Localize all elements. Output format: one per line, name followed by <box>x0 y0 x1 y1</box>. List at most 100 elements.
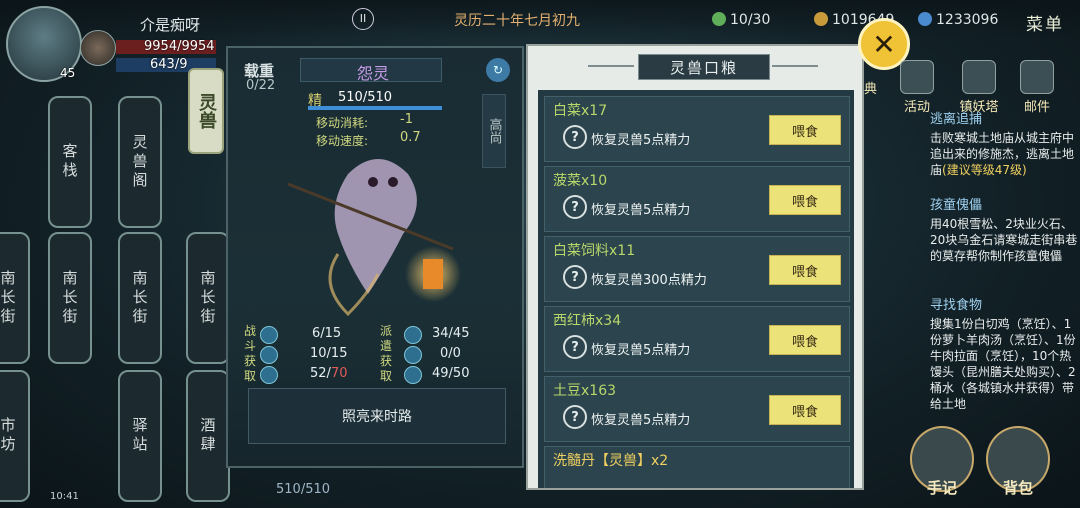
hp-value: 9954/9954 <box>144 39 215 54</box>
system-clock: 10:41 <box>50 491 79 502</box>
food-item-desc: 恢复灵兽5点精力 <box>591 203 691 218</box>
pet-skill-box[interactable]: 照亮来时路 <box>248 388 506 444</box>
quest-text: 用40根雪松、2块业火石、20块乌金石请寒城走街串巷的莫存帮你制作孩童傀儡 <box>930 217 1078 263</box>
bottom-stamina-value: 510/510 <box>276 482 331 497</box>
map-node-post-station[interactable]: 驿站 <box>118 370 162 502</box>
mail-icon <box>1020 60 1054 94</box>
quest-title: 寻找食物 <box>930 298 983 313</box>
dispatch-yield-1: 34/45 <box>432 326 470 341</box>
question-mark-icon[interactable]: ? <box>563 265 587 289</box>
battle-yield-3-current: 52 <box>310 366 327 381</box>
header-ornament-right <box>772 65 818 67</box>
feed-button[interactable]: 喂食 <box>769 115 841 145</box>
quest-text: 击败寒城土地庙从城主府中追出来的修施杰，逃离土地庙(建议等级47级) <box>930 130 1080 178</box>
quest-title: 逃离追捕 <box>930 112 983 127</box>
mail-button[interactable]: 邮件 <box>1018 60 1056 115</box>
stat-icon <box>404 346 422 364</box>
food-item: 土豆x163 ? 恢复灵兽5点精力 喂食 <box>544 376 850 442</box>
ghost-creature-illustration <box>287 159 461 317</box>
stamina-bar <box>308 106 442 110</box>
stamina-value: 510/510 <box>338 90 393 105</box>
tab-spirit-beast[interactable]: 灵兽 <box>188 68 224 154</box>
partial-menu-label: 典 <box>864 82 878 97</box>
map-node-market[interactable]: 市坊 <box>0 370 30 502</box>
move-speed-value: 0.7 <box>400 130 421 145</box>
map-node-tavern[interactable]: 酒肆 <box>186 370 230 502</box>
activity-button[interactable]: 活动 <box>898 60 936 115</box>
question-mark-icon[interactable]: ? <box>563 125 587 149</box>
calendar-date: 灵历二十年七月初九 <box>454 13 580 29</box>
map-node-beast-hall[interactable]: 灵兽阁 <box>118 96 162 228</box>
map-node-label: 酒肆 <box>198 417 217 455</box>
food-item: 西红柿x34 ? 恢复灵兽5点精力 喂食 <box>544 306 850 372</box>
quest-entry[interactable]: 逃离追捕 击败寒城土地庙从城主府中追出来的修施杰，逃离土地庙(建议等级47级) <box>930 112 1080 178</box>
journal-button[interactable]: 手记 <box>910 426 974 497</box>
player-name: 介是痴呀 <box>140 16 201 34</box>
question-mark-icon[interactable]: ? <box>563 195 587 219</box>
pagoda-icon <box>962 60 996 94</box>
food-panel-title: 灵兽口粮 <box>638 54 770 80</box>
map-node-south-street-2[interactable]: 南长街 <box>118 232 162 364</box>
map-node-south-street-0[interactable]: 南长街 <box>0 232 30 364</box>
pause-icon[interactable]: II <box>352 8 374 30</box>
food-list[interactable]: 白菜x17 ? 恢复灵兽5点精力 喂食 菠菜x10 ? 恢复灵兽5点精力 喂食 … <box>538 90 854 488</box>
feed-button[interactable]: 喂食 <box>769 255 841 285</box>
question-mark-icon[interactable]: ? <box>563 335 587 359</box>
map-node-label: 客栈 <box>60 143 79 181</box>
food-item-name: 菠菜x10 <box>553 173 608 189</box>
stat-icon <box>404 326 422 344</box>
silver-resource: 1233096 <box>918 12 998 28</box>
quest-text: 搜集1份白切鸡（烹饪）、1份萝卜羊肉汤（烹饪）、1份牛肉拉面（烹饪），10个热馒… <box>930 317 1076 410</box>
jade-icon <box>712 12 726 26</box>
quest-title: 孩童傀儡 <box>930 198 983 213</box>
food-item-name: 白菜饲料x11 <box>553 243 636 259</box>
gift-icon <box>900 60 934 94</box>
quest-entry[interactable]: 寻找食物 搜集1份白切鸡（烹饪）、1份萝卜羊肉汤（烹饪）、1份牛肉拉面（烹饪），… <box>930 298 1080 410</box>
stat-icon <box>260 326 278 344</box>
pet-portrait[interactable] <box>80 30 116 66</box>
stat-icon <box>404 366 422 384</box>
pet-detail-panel: 载重 0/22 怨灵 ↻ 精 510/510 移动消耗: -1 移动速度: 0.… <box>226 46 524 468</box>
move-cost-value: -1 <box>400 112 413 127</box>
silver-value: 1233096 <box>936 12 999 28</box>
feed-button[interactable]: 喂食 <box>769 395 841 425</box>
dispatch-yield-3: 49/50 <box>432 366 470 381</box>
feed-button[interactable]: 喂食 <box>769 185 841 215</box>
backpack-button[interactable]: 背包 <box>986 426 1050 497</box>
tab-spirit-beast-label: 灵兽 <box>196 93 217 129</box>
food-item: 白菜饲料x11 ? 恢复灵兽300点精力 喂食 <box>544 236 850 302</box>
battle-yield-3-max: 70 <box>330 366 348 381</box>
spirit-icon <box>918 12 932 26</box>
quest-hint: (建议等级47级) <box>942 163 1027 177</box>
demon-tower-button[interactable]: 镇妖塔 <box>956 60 1002 115</box>
map-node-inn[interactable]: 客栈 <box>48 96 92 228</box>
battle-yield-1: 6/15 <box>312 326 342 341</box>
food-item-desc: 恢复灵兽5点精力 <box>591 413 691 428</box>
pet-trait-label: 高尚 <box>486 118 502 144</box>
map-node-label: 市坊 <box>0 417 17 455</box>
feed-button[interactable]: 喂食 <box>769 325 841 355</box>
battle-yield-3: 52/70 <box>310 366 348 381</box>
dispatch-yield-label: 派遣获取 <box>379 324 392 383</box>
food-item-name: 洗髓丹【灵兽】x2 <box>553 453 669 469</box>
coin-icon <box>814 12 828 26</box>
stamina-resource: 10/30 <box>712 12 770 28</box>
menu-button[interactable]: 菜单 <box>1026 10 1064 35</box>
map-node-south-street-3[interactable]: 南长街 <box>186 232 230 364</box>
map-node-label: 南长街 <box>0 269 17 327</box>
pet-skill-name: 照亮来时路 <box>342 409 412 425</box>
question-mark-icon[interactable]: ? <box>563 405 587 429</box>
player-level: 45 <box>60 66 76 80</box>
pet-swap-icon[interactable]: ↻ <box>486 58 510 82</box>
food-item: 菠菜x10 ? 恢复灵兽5点精力 喂食 <box>544 166 850 232</box>
header-ornament-left <box>588 65 634 67</box>
food-item: 洗髓丹【灵兽】x2 <box>544 446 850 488</box>
dispatch-yield-2: 0/0 <box>440 346 461 361</box>
map-node-label: 灵兽阁 <box>130 133 149 191</box>
map-node-south-street-1[interactable]: 南长街 <box>48 232 92 364</box>
map-node-label: 南长街 <box>60 269 79 327</box>
battle-yield-2: 10/15 <box>310 346 348 361</box>
food-item-name: 土豆x163 <box>553 383 617 399</box>
stat-icon <box>260 346 278 364</box>
quest-entry[interactable]: 孩童傀儡 用40根雪松、2块业火石、20块乌金石请寒城走街串巷的莫存帮你制作孩童… <box>930 198 1080 264</box>
